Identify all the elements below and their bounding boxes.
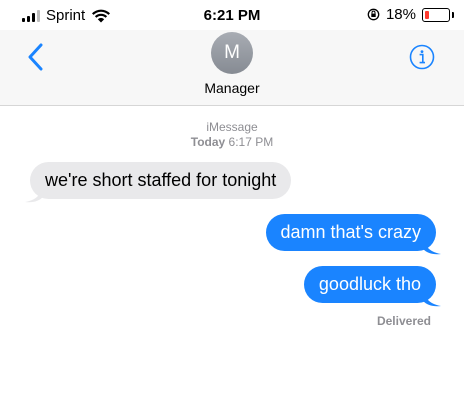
outgoing-message[interactable]: goodluck tho [303, 266, 436, 303]
contact-name[interactable]: Manager [0, 80, 464, 96]
service-label: iMessage [206, 120, 258, 134]
thread-time: 6:17 PM [228, 135, 274, 149]
thread-date: Today 6:17 PM [0, 135, 464, 150]
outgoing-message[interactable]: damn that's crazy [265, 214, 436, 251]
status-bar: Sprint 6:21 PM 18% [0, 0, 464, 30]
chevron-left-icon[interactable] [26, 43, 44, 71]
avatar[interactable]: M [211, 32, 253, 74]
info-icon[interactable] [409, 44, 435, 70]
incoming-message[interactable]: we're short staffed for tonight [30, 162, 292, 199]
delivery-status: Delivered [376, 314, 431, 328]
battery-icon [422, 7, 454, 22]
thread-timestamp: iMessage Today 6:17 PM [0, 120, 464, 150]
rotation-lock-icon [367, 8, 380, 21]
battery-level-fill [425, 10, 429, 19]
thread-day: Today [190, 135, 226, 149]
avatar-initial: M [224, 42, 240, 63]
battery-percent: 18% [385, 6, 416, 23]
status-right: 18% [367, 6, 454, 23]
conversation-header: M Manager [0, 30, 464, 106]
